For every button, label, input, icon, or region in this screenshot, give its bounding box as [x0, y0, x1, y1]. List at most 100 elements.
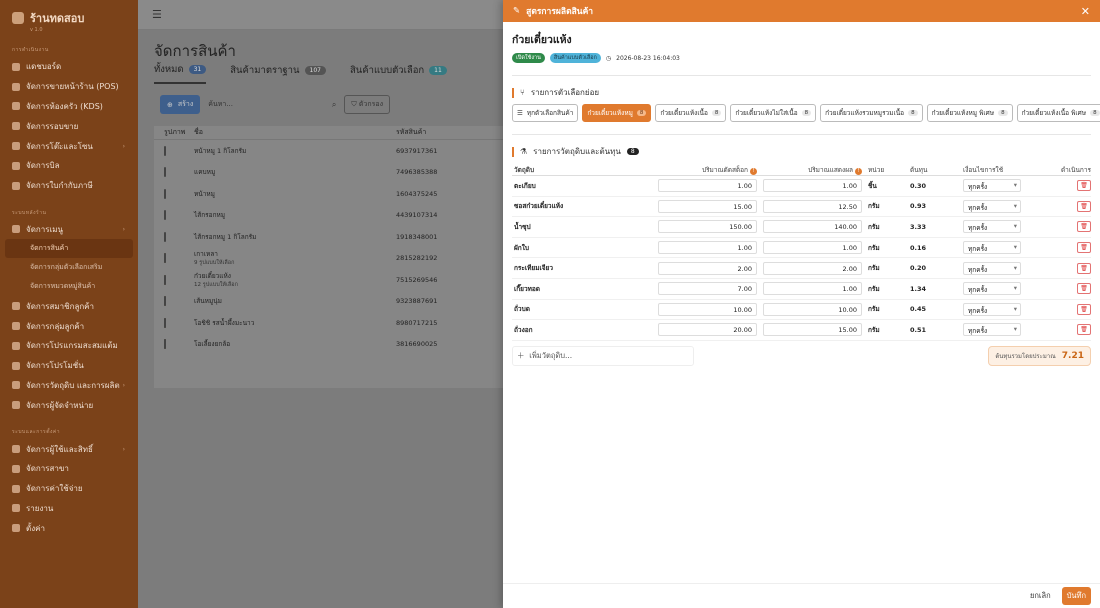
sidebar-item[interactable]: จัดการค่าใช้จ่าย [0, 479, 138, 499]
add-ingredient-button[interactable]: ＋ เพิ่มวัตถุดิบ... [512, 345, 694, 366]
sidebar-item[interactable]: จัดการสาขา [0, 459, 138, 479]
table-row[interactable]: หน้าหมู 1604375245 [154, 183, 503, 205]
condition-select[interactable]: ทุกครั้ง [963, 302, 1021, 316]
variant-chip[interactable]: ก๋วยเตี๋ยวแห้งรวมหมูรวมเนื้อ 8 [820, 104, 923, 122]
condition-select[interactable]: ทุกครั้ง [963, 199, 1021, 213]
filter-button[interactable]: ⛉ ตัวกรอง [344, 95, 390, 114]
ingredient-row: เกี๊ยวทอด 7.00 1.00 กรัม 1.34 ทุกครั้ง 🗑 [512, 279, 1091, 300]
tab-label: สินค้ามาตราฐาน [230, 65, 300, 76]
table-row[interactable]: ไส้กรอกหมู 1 กิโลกรัม 1918348001 [154, 226, 503, 248]
sidebar-subitem[interactable]: จัดการหมวดหมู่สินค้า [0, 277, 138, 296]
sidebar-subitem[interactable]: จัดการสินค้า [5, 239, 133, 259]
condition-select[interactable]: ทุกครั้ง [963, 261, 1021, 275]
table-row[interactable]: โอชิชิ รสน้ำผึ้งมะนาว 8980717215 [154, 312, 503, 334]
promo-icon [12, 361, 20, 370]
sidebar-item[interactable]: จัดการโต๊ะและโซน › [0, 136, 138, 156]
stock-qty-input[interactable]: 150.00 [658, 220, 757, 234]
trash-icon[interactable]: 🗑 [1077, 324, 1091, 336]
display-qty-input[interactable]: 2.00 [763, 261, 862, 275]
sidebar-item[interactable]: จัดการห้องครัว (KDS) [0, 97, 138, 117]
sidebar-subitem[interactable]: จัดการกลุ่มตัวเลือกเสริม [0, 258, 138, 277]
condition-select[interactable]: ทุกครั้ง [963, 241, 1021, 255]
unit: กรัม [868, 222, 880, 231]
trash-icon[interactable]: 🗑 [1077, 200, 1091, 212]
create-button[interactable]: ⊕ สร้าง [160, 95, 201, 114]
variant-chip[interactable]: ก๋วยเตี๋ยวแห้งหมู 8 [582, 104, 652, 122]
sidebar-item[interactable]: จัดการบิล [0, 156, 138, 176]
condition-select[interactable]: ทุกครั้ง [963, 323, 1021, 337]
condition-cell: ทุกครั้ง [963, 199, 1042, 213]
sidebar-item[interactable]: จัดการเมนู › [0, 220, 138, 240]
product-name: โอชิชิ รสน้ำผึ้งมะนาว [194, 318, 396, 328]
sidebar-item[interactable]: แดชบอร์ด [0, 57, 138, 77]
info-icon[interactable]: ! [750, 167, 757, 175]
sidebar-item[interactable]: จัดการใบกำกับภาษี [0, 176, 138, 196]
stock-qty-input[interactable]: 7.00 [658, 282, 757, 296]
recipe-drawer: ✎ สูตรการผลิตสินค้า ✕ ก๋วยเตี๋ยวแห้ง เปิ… [503, 0, 1100, 608]
trash-icon[interactable]: 🗑 [1077, 283, 1091, 295]
trash-icon[interactable]: 🗑 [1077, 221, 1091, 233]
display-qty-input[interactable]: 140.00 [763, 220, 862, 234]
close-icon[interactable]: ✕ [1081, 5, 1090, 18]
display-qty-input[interactable]: 15.00 [763, 323, 862, 337]
variant-chip[interactable]: ☰ ทุกตัวเลือกสินค้า [512, 104, 579, 122]
stock-qty-cell: 7.00 [658, 282, 763, 296]
sidebar-item[interactable]: จัดการขายหน้าร้าน (POS) [0, 77, 138, 97]
sidebar-item[interactable]: จัดการโปรโมชั่น [0, 356, 138, 376]
stock-qty-input[interactable]: 1.00 [658, 241, 757, 255]
sidebar-item[interactable]: รายงาน [0, 499, 138, 519]
sidebar-item[interactable]: จัดการกลุ่มลูกค้า [0, 316, 138, 336]
stock-qty-input[interactable]: 15.00 [658, 199, 757, 213]
hamburger-icon[interactable]: ☰ [152, 8, 162, 21]
display-qty-input[interactable]: 12.50 [763, 199, 862, 213]
variant-chip[interactable]: ก๋วยเตี๋ยวแห้งเนื้อ 8 [655, 104, 727, 122]
table-row[interactable]: เกาเหลา 9 รูปแบบให้เลือก 2815282192 [154, 248, 503, 270]
ingredient-name: ผักใบ [514, 243, 530, 252]
tab-0[interactable]: ทั้งหมด 31 [154, 62, 207, 84]
stock-qty-input[interactable]: 10.00 [658, 302, 757, 316]
action-cell: 🗑 [1042, 262, 1091, 274]
stock-qty-input[interactable]: 20.00 [658, 323, 757, 337]
display-qty-input[interactable]: 10.00 [763, 302, 862, 316]
table-row[interactable]: ไส้กรอกหมู 4439107314 [154, 205, 503, 227]
table-row[interactable]: แคบหมู 7496385388 [154, 162, 503, 184]
table-row[interactable]: โอเลี้ยงยกล้อ 3816690025 [154, 334, 503, 356]
table-row[interactable]: ก๋วยเตี๋ยวแห้ง 12 รูปแบบให้เลือก 751526954… [154, 269, 503, 291]
display-qty-input[interactable]: 1.00 [763, 241, 862, 255]
trash-icon[interactable]: 🗑 [1077, 303, 1091, 315]
search-input[interactable]: ค้นหา... [208, 99, 324, 110]
stock-qty-input[interactable]: 1.00 [658, 179, 757, 193]
sidebar-item[interactable]: จัดการผู้ใช้และสิทธิ์ › [0, 439, 138, 459]
divider [512, 134, 1091, 135]
display-qty-input[interactable]: 1.00 [763, 282, 862, 296]
sidebar-item[interactable]: ตั้งค่า [0, 518, 138, 538]
sidebar-item[interactable]: จัดการโปรแกรมสะสมแต้ม [0, 336, 138, 356]
variant-chip[interactable]: ก๋วยเตี๋ยวแห้งหมู พิเศษ 8 [926, 104, 1013, 122]
ingredient-icon [12, 381, 20, 390]
info-icon[interactable]: ! [855, 167, 862, 175]
search-icon[interactable]: ⌕ [332, 100, 336, 110]
display-qty-input[interactable]: 1.00 [763, 179, 862, 193]
condition-select[interactable]: ทุกครั้ง [963, 179, 1021, 193]
save-button[interactable]: บันทึก [1061, 587, 1091, 605]
tab-2[interactable]: สินค้าแบบตัวเลือก 11 [350, 62, 447, 84]
trash-icon[interactable]: 🗑 [1077, 242, 1091, 254]
trash-icon[interactable]: 🗑 [1077, 180, 1091, 192]
table-row[interactable]: หน้าหมู 1 กิโลกรัม 6937917361 [154, 140, 503, 162]
sidebar-item[interactable]: จัดการรอบขาย [0, 116, 138, 136]
variant-chip[interactable]: ก๋วยเตี๋ยวแห้งไม่ใส่เนื้อ 8 [730, 104, 817, 122]
tab-1[interactable]: สินค้ามาตราฐาน 107 [230, 62, 326, 84]
table-row[interactable]: เส้นหมูนุ่ม 9323887691 [154, 291, 503, 313]
cancel-button[interactable]: ยกเลิก [1026, 587, 1055, 605]
condition-select[interactable]: ทุกครั้ง [963, 220, 1021, 234]
condition-select[interactable]: ทุกครั้ง [963, 282, 1021, 296]
chevron-icon: › [122, 445, 125, 453]
sidebar-item[interactable]: จัดการสมาชิกลูกค้า [0, 296, 138, 316]
product-name: หน้าหมู 1 กิโลกรัม [194, 146, 396, 156]
brand[interactable]: ร้านทดสอบ [0, 0, 138, 27]
trash-icon[interactable]: 🗑 [1077, 262, 1091, 274]
stock-qty-input[interactable]: 2.00 [658, 261, 757, 275]
sidebar-item[interactable]: จัดการวัตถุดิบ และการผลิต › [0, 376, 138, 396]
sidebar-item[interactable]: จัดการผู้จัดจำหน่าย [0, 395, 138, 415]
variant-chip[interactable]: ก๋วยเตี๋ยวแห้งเนื้อ พิเศษ 8 [1016, 104, 1100, 122]
